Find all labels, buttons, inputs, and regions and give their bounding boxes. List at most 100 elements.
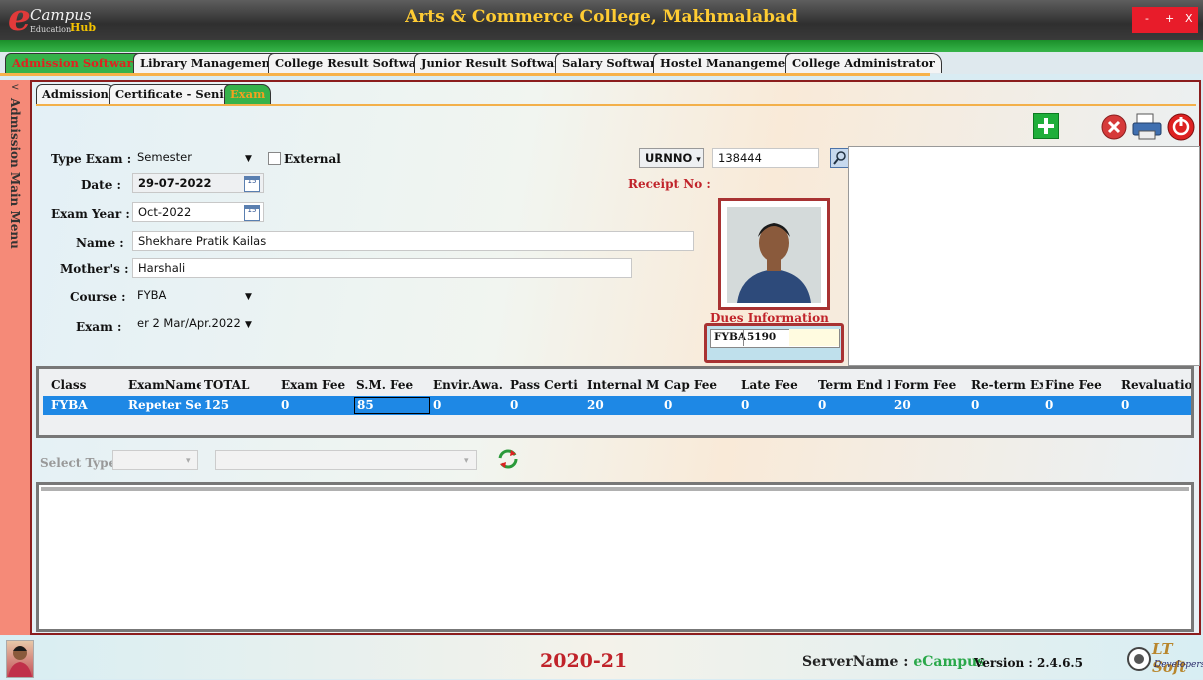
tab-admission[interactable]: Admission <box>36 84 115 104</box>
collapse-arrow-icon[interactable]: < <box>11 82 19 93</box>
student-photo-frame <box>718 198 830 310</box>
dues-amount: 5190 <box>747 331 777 343</box>
cell-form-fee[interactable]: 20 <box>894 398 954 412</box>
grid-header-internal[interactable]: Internal M <box>587 378 661 392</box>
cell-envir[interactable]: 0 <box>433 398 493 412</box>
calendar-icon[interactable]: 15 <box>244 176 260 192</box>
details-list-panel <box>36 482 1194 632</box>
tab-library-managements[interactable]: Library Managements <box>133 53 289 73</box>
course-select[interactable]: FYBA <box>132 286 260 306</box>
version-value: 2.4.6.5 <box>1037 656 1083 670</box>
grid-header-revaluation[interactable]: Revaluatio <box>1121 378 1191 392</box>
tab-junior-result-software[interactable]: Junior Result Software <box>414 53 575 73</box>
power-icon <box>1167 113 1195 141</box>
user-avatar[interactable] <box>6 640 34 678</box>
refresh-button[interactable] <box>497 448 519 470</box>
cell-late-fee[interactable]: 0 <box>741 398 801 412</box>
dues-divider <box>743 329 744 346</box>
grid-header-late-fee[interactable]: Late Fee <box>741 378 811 392</box>
receipt-label: Receipt No : <box>628 177 711 191</box>
cell-term-end[interactable]: 0 <box>818 398 878 412</box>
cell-examname[interactable]: Repeter Se <box>128 398 201 412</box>
close-button[interactable]: X <box>1185 12 1193 25</box>
grid-header-re-term[interactable]: Re-term Exam <box>971 378 1043 392</box>
developer-logo-icon <box>1127 647 1151 671</box>
cell-total[interactable]: 125 <box>204 398 264 412</box>
cancel-button[interactable] <box>1100 113 1128 141</box>
mother-name-field[interactable]: Harshali <box>132 258 632 278</box>
main-tab-strip: Admission Software Library Managements C… <box>0 52 1203 74</box>
grid-header-envir[interactable]: Envir.Awa. <box>433 378 507 392</box>
fee-grid[interactable]: Class ExamName TOTAL Exam Fee S.M. Fee E… <box>36 366 1194 438</box>
cell-class[interactable]: FYBA <box>51 398 111 412</box>
external-checkbox[interactable] <box>268 152 281 165</box>
date-label: Date : <box>81 178 121 192</box>
dues-row: FYBA 5190 <box>710 329 840 348</box>
brand-name: LT Soft <box>1152 640 1187 676</box>
maximize-button[interactable]: + <box>1165 12 1174 25</box>
print-button[interactable] <box>1131 111 1163 141</box>
name-field[interactable]: Shekhare Pratik Kailas <box>132 231 694 251</box>
sub-tab-underline <box>36 104 1196 106</box>
plus-icon <box>1038 118 1054 134</box>
select-type-label: Select Type <box>40 456 117 470</box>
course-label: Course : <box>70 290 126 304</box>
cell-cap-fee[interactable]: 0 <box>664 398 724 412</box>
chevron-down-icon: ▾ <box>186 456 191 466</box>
exam-label: Exam : <box>76 320 122 334</box>
cell-exam-fee[interactable]: 0 <box>281 398 341 412</box>
grid-header-fine-fee[interactable]: Fine Fee <box>1045 378 1115 392</box>
cell-re-term[interactable]: 0 <box>971 398 1031 412</box>
grid-header-total[interactable]: TOTAL <box>204 378 264 392</box>
grid-header-class[interactable]: Class <box>51 378 111 392</box>
version-info: Version : 2.4.6.5 <box>974 656 1083 670</box>
calendar-icon[interactable]: 15 <box>244 205 260 221</box>
lt-soft-logo: LT Soft Developers <box>1126 640 1203 676</box>
chevron-down-icon: ▾ <box>696 155 701 165</box>
chevron-down-icon: ▼ <box>245 320 252 330</box>
server-name-label: ServerName : <box>802 654 909 670</box>
grid-header-exam-fee[interactable]: Exam Fee <box>281 378 351 392</box>
urn-number-field[interactable]: 138444 <box>712 148 819 168</box>
urn-select[interactable]: URNNO ▾ <box>639 148 704 168</box>
grid-header-form-fee[interactable]: Form Fee <box>894 378 964 392</box>
table-row[interactable]: FYBA Repeter Se 125 0 85 0 0 20 0 0 0 20… <box>43 396 1191 415</box>
search-icon <box>833 151 846 165</box>
minimize-button[interactable]: - <box>1145 12 1149 25</box>
user-avatar-image <box>8 646 32 677</box>
grid-header-term-end[interactable]: Term End Exam <box>818 378 890 392</box>
cell-fine-fee[interactable]: 0 <box>1045 398 1105 412</box>
add-button[interactable] <box>1033 113 1059 139</box>
tab-college-administrator[interactable]: College Administrator <box>785 53 942 73</box>
side-menu-rail[interactable]: < Admission Main Menu <box>0 80 30 635</box>
tab-college-result-software[interactable]: College Result Software <box>268 53 437 73</box>
dues-extra-cell <box>789 329 839 346</box>
cell-sm-fee[interactable]: 85 <box>354 397 430 414</box>
external-label: External <box>284 152 341 166</box>
server-name: ServerName : eCampus <box>802 654 985 670</box>
dues-class: FYBA <box>714 331 746 343</box>
tab-exam[interactable]: Exam <box>224 84 272 104</box>
college-title: Arts & Commerce College, Makhmalabad <box>405 7 798 27</box>
grid-header-cap-fee[interactable]: Cap Fee <box>664 378 734 392</box>
tab-hostel-management[interactable]: Hostel Manangement <box>653 53 806 73</box>
grid-header-pass-certi[interactable]: Pass Certi <box>510 378 584 392</box>
tab-underline <box>0 73 930 76</box>
search-button[interactable] <box>830 148 850 168</box>
cell-pass-certi[interactable]: 0 <box>510 398 570 412</box>
refresh-icon <box>498 449 518 469</box>
cell-revaluation[interactable]: 0 <box>1121 398 1181 412</box>
chevron-down-icon: ▼ <box>245 292 252 302</box>
select-subtype-dropdown[interactable] <box>215 450 477 470</box>
student-photo <box>727 207 821 303</box>
exam-select[interactable]: er 2 Mar/Apr.2022 <box>132 314 260 334</box>
cancel-icon <box>1101 114 1127 140</box>
chevron-down-icon: ▼ <box>245 154 252 164</box>
exit-button[interactable] <box>1166 112 1196 142</box>
grid-header-sm-fee[interactable]: S.M. Fee <box>356 378 426 392</box>
tab-admission-software[interactable]: Admission Software <box>5 53 147 73</box>
urn-select-value: URNNO <box>645 151 693 165</box>
cell-internal[interactable]: 20 <box>587 398 647 412</box>
grid-header-examname[interactable]: ExamName <box>128 378 201 392</box>
type-exam-select[interactable]: Semester <box>132 148 260 168</box>
